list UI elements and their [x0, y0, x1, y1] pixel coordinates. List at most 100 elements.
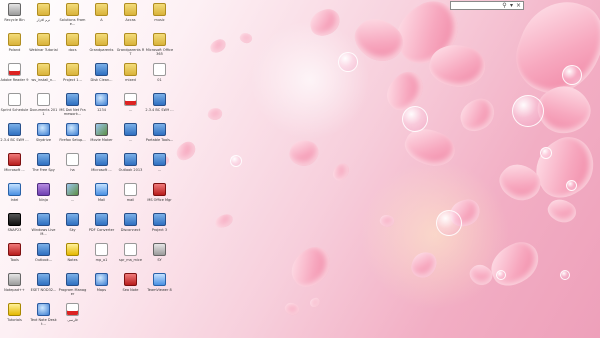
- desktop-icon[interactable]: TeamViewer 8: [145, 272, 174, 310]
- search-input[interactable]: [451, 2, 501, 9]
- doc-icon: [95, 243, 108, 256]
- doc-icon: [124, 183, 137, 196]
- pdf-icon: [8, 63, 21, 76]
- desktop-icon-label: فارسی: [67, 318, 78, 322]
- folder-icon: [8, 33, 21, 46]
- desktop-icon-grid: Recycle Bin نرم افزار Solutions Frame... A A…: [0, 0, 175, 338]
- pdf-icon: [124, 93, 137, 106]
- petal-decoration: [207, 106, 223, 122]
- desktop-icon-label: Accas: [125, 18, 136, 22]
- folder-icon: [95, 33, 108, 46]
- petal-decoration: [282, 300, 302, 318]
- desktop-icon-label: docs: [68, 48, 77, 52]
- search-icon[interactable]: ⚲: [501, 2, 508, 9]
- desktop-icon-label: Microsoft ...: [91, 168, 112, 172]
- purple-icon: [37, 183, 50, 196]
- app-icon: [66, 213, 79, 226]
- desktop-icon-label: TeamViewer 8: [147, 288, 172, 292]
- desktop-icon-label: Recycle Bin: [4, 18, 25, 22]
- blue2-icon: [95, 183, 108, 196]
- red-icon: [8, 243, 21, 256]
- desktop-icon[interactable]: Tutorials: [0, 302, 29, 338]
- red-icon: [153, 183, 166, 196]
- petal-decoration: [173, 139, 199, 163]
- desktop-icon-label: Skydrive: [35, 138, 52, 142]
- petal-decoration: [208, 37, 228, 55]
- bubble-decoration: [540, 147, 552, 159]
- gray-icon: [153, 243, 166, 256]
- desktop-icon-label: SY: [157, 258, 162, 262]
- folder-icon: [124, 33, 137, 46]
- app-icon: [66, 93, 79, 106]
- folder-icon: [124, 3, 137, 16]
- app-icon: [124, 123, 137, 136]
- petal-decoration: [309, 297, 321, 308]
- desktop-icon-label: Grandparents: [89, 48, 114, 52]
- folder-icon: [37, 33, 50, 46]
- desktop-icon-label: Project 1...: [63, 78, 82, 82]
- blue2-icon: [8, 183, 21, 196]
- desktop-icon-label: Outlook 2013: [118, 168, 143, 172]
- petal-decoration: [455, 94, 500, 136]
- desktop-icon-label: SNAP23: [7, 228, 22, 232]
- folder-icon: [66, 3, 79, 16]
- dark-icon: [8, 213, 21, 226]
- petal-decoration: [544, 194, 580, 228]
- desktop-icon[interactable]: فارسی: [58, 302, 87, 338]
- desktop-icon-label: MS Dot Net Framework...: [59, 108, 86, 116]
- petal-decoration: [213, 212, 235, 230]
- petal-decoration: [286, 135, 322, 171]
- petal-decoration: [525, 128, 600, 207]
- gray-icon: [8, 273, 21, 286]
- desktop-icon-label: ...: [128, 138, 133, 142]
- bubble-decoration: [512, 95, 544, 127]
- globe-icon: [95, 93, 108, 106]
- globe-icon: [37, 303, 50, 316]
- bubble-decoration: [566, 180, 577, 191]
- blue2-icon: [153, 273, 166, 286]
- desktop-icon[interactable]: Text Note Deskt...: [29, 302, 58, 338]
- desktop-icon-label: ha: [70, 168, 75, 172]
- desktop-icon-label: 1234: [97, 108, 106, 112]
- app-icon: [153, 213, 166, 226]
- desktop-icon-label: Poland: [8, 48, 21, 52]
- dropdown-arrow-icon[interactable]: ▾: [508, 2, 515, 9]
- close-icon[interactable]: ×: [515, 2, 522, 9]
- desktop-icon-label: Project 3: [151, 228, 168, 232]
- desktop-icon[interactable]: Sea Note: [116, 272, 145, 310]
- bubble-decoration: [562, 65, 582, 85]
- recycle-bin-icon: [8, 3, 21, 16]
- desktop-icon-label: mixed: [125, 78, 136, 82]
- search-box[interactable]: ⚲ ▾ ×: [450, 1, 524, 10]
- bubble-decoration: [338, 52, 358, 72]
- desktop[interactable]: Recycle Bin نرم افزار Solutions Frame... A A…: [0, 0, 600, 338]
- pdf-icon: [66, 303, 79, 316]
- desktop-icon-label: Firefox Setup...: [59, 138, 86, 142]
- desktop-icon-label: Tutorials: [7, 318, 22, 322]
- app-icon: [153, 153, 166, 166]
- desktop-icon-label: music: [154, 18, 165, 22]
- desktop-icon-label: PDF Converter: [88, 228, 115, 232]
- img-icon: [66, 183, 79, 196]
- desktop-icon-label: Solutions Frame...: [59, 18, 86, 26]
- desktop-icon-label: ...: [128, 108, 133, 112]
- app-icon: [37, 153, 50, 166]
- yellow-icon: [8, 303, 21, 316]
- background-glow: [250, 20, 370, 140]
- app-icon: [153, 123, 166, 136]
- bubble-decoration: [230, 155, 242, 167]
- folder-icon: [37, 63, 50, 76]
- desktop-icon-label: Grandparents RT: [116, 48, 145, 56]
- petal-decoration: [238, 30, 254, 46]
- desktop-icon-label: Portable Tools...: [145, 138, 174, 142]
- yellow-icon: [66, 243, 79, 256]
- globe-icon: [37, 123, 50, 136]
- doc-icon: [8, 93, 21, 106]
- desktop-icon[interactable]: Maps: [87, 272, 116, 310]
- doc-icon: [124, 243, 137, 256]
- desktop-icon-label: 2.3.4 BC SW9 ...: [145, 108, 174, 112]
- desktop-icon-label: Program Manager: [58, 288, 87, 296]
- desktop-icon-label: Tools: [10, 258, 19, 262]
- red-icon: [8, 153, 21, 166]
- desktop-icon-label: Windows Live M...: [31, 228, 56, 236]
